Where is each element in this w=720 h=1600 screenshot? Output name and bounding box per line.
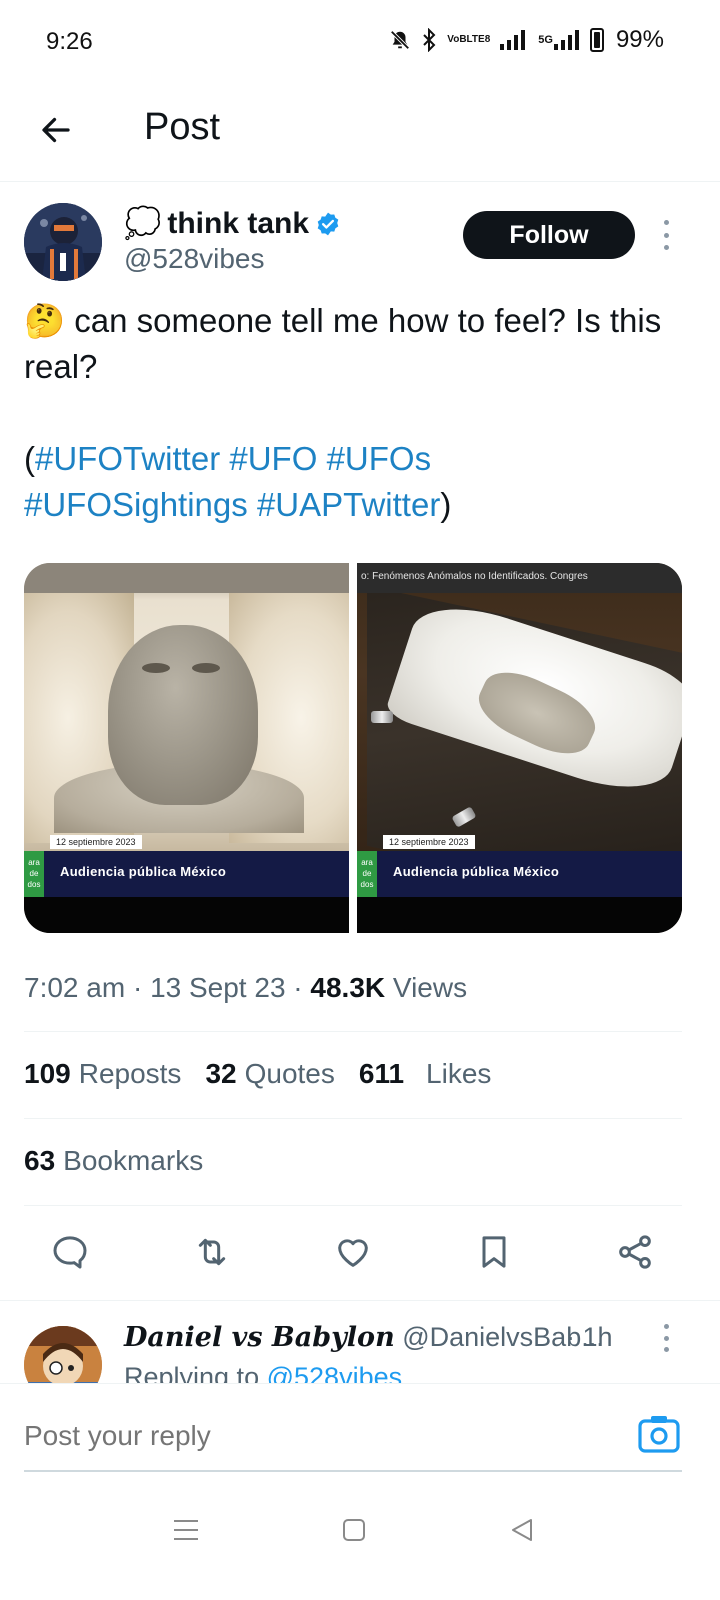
media-top-caption: o: Fenómenos Anómalos no Identificados. … xyxy=(357,563,682,593)
thread-separator xyxy=(0,1300,720,1301)
reply-display-name: Daniel vs Babylon xyxy=(124,1322,395,1353)
views-label: Views xyxy=(392,972,468,1003)
camera-button[interactable] xyxy=(638,1414,680,1454)
media-date-label: 12 septiembre 2023 xyxy=(50,835,142,849)
battery-icon xyxy=(589,28,604,52)
share-button[interactable] xyxy=(613,1230,657,1274)
signal-5g-icon: 5G xyxy=(538,30,580,50)
reply-composer xyxy=(0,1383,720,1473)
back-button[interactable] xyxy=(34,108,78,152)
hashtag-link[interactable]: #UFO xyxy=(229,440,317,477)
arrow-left-icon xyxy=(42,117,70,143)
post-body-text: can someone tell me how to feel? Is this… xyxy=(24,302,662,385)
author-avatar[interactable] xyxy=(24,203,102,281)
media-side-label: ara de dos xyxy=(24,851,44,897)
home-button[interactable] xyxy=(334,1510,374,1550)
post-media-grid: 12 septiembre 2023 ara de dos Audiencia … xyxy=(24,563,682,933)
menu-lines-icon xyxy=(174,1520,198,1540)
post-meta: 7:02 am · 13 Sept 23 · 48.3K Views xyxy=(24,972,468,1003)
divider xyxy=(24,1205,682,1206)
media-lower-text: Audiencia pública México xyxy=(393,864,560,879)
reply-time: · 1h xyxy=(566,1322,613,1352)
status-bar: 9:26 VoB LTE8 5G 99% xyxy=(0,0,720,84)
media-date-label: 12 septiembre 2023 xyxy=(383,835,475,849)
divider xyxy=(24,1031,682,1032)
post-more-options-icon[interactable] xyxy=(656,220,676,250)
hashtag-link[interactable]: #UFOSightings xyxy=(24,486,248,523)
reply-icon xyxy=(53,1236,87,1269)
verified-badge-icon xyxy=(317,212,339,235)
author-handle: @528vibes xyxy=(124,243,265,274)
post-hashtags: (#UFOTwitter #UFO #UFOs #UFOSightings #U… xyxy=(24,440,452,523)
author-name-text: think tank xyxy=(167,206,310,240)
engagement-stats: 109 Reposts 32 Quotes 611 Likes xyxy=(24,1058,491,1090)
home-square-icon xyxy=(343,1519,365,1541)
repost-button[interactable] xyxy=(190,1230,234,1274)
post-action-bar xyxy=(0,1222,720,1282)
share-icon xyxy=(619,1235,651,1269)
repost-icon xyxy=(198,1238,226,1266)
top-app-bar: Post xyxy=(0,84,720,182)
media-lower-text: Audiencia pública México xyxy=(60,864,227,879)
likes-stat[interactable]: 611 Likes xyxy=(359,1058,492,1090)
thinking-face-emoji: 🤔 xyxy=(24,302,66,339)
thought-balloon-emoji: 💭 xyxy=(124,207,162,240)
media-image-2[interactable]: o: Fenómenos Anómalos no Identificados. … xyxy=(357,563,682,933)
views-count: 48.3K xyxy=(310,972,386,1003)
composer-underline xyxy=(24,1470,682,1472)
reply-button[interactable] xyxy=(48,1230,92,1274)
author-block[interactable]: 💭 think tank @528vibes xyxy=(124,206,341,275)
triangle-back-icon xyxy=(512,1519,532,1541)
post-text: 🤔 can someone tell me how to feel? Is th… xyxy=(24,298,694,390)
hashtag-link[interactable]: #UFOs xyxy=(327,440,432,477)
signal-icon xyxy=(500,30,528,50)
bluetooth-icon xyxy=(421,28,437,52)
bookmarks-stat[interactable]: 63 Bookmarks xyxy=(24,1145,203,1177)
media-side-label: ara de dos xyxy=(357,851,377,897)
volte-icon: VoB LTE8 xyxy=(447,34,491,45)
hashtag-link[interactable]: #UFOTwitter xyxy=(35,440,220,477)
media-top-strip xyxy=(24,563,349,593)
follow-button[interactable]: Follow xyxy=(463,211,635,259)
status-time: 9:26 xyxy=(46,28,93,55)
post-time: 7:02 am xyxy=(24,972,126,1003)
battery-level: 99% xyxy=(615,26,664,53)
status-icons: VoB LTE8 5G 99% xyxy=(389,26,664,54)
like-button[interactable] xyxy=(331,1230,375,1274)
media-image-1[interactable]: 12 septiembre 2023 ara de dos Audiencia … xyxy=(24,563,349,933)
quotes-stat[interactable]: 32 Quotes xyxy=(205,1058,334,1090)
page-title: Post xyxy=(144,106,221,148)
camera-icon xyxy=(638,1416,680,1453)
recents-button[interactable] xyxy=(166,1510,206,1550)
mute-icon xyxy=(389,29,411,51)
reply-more-options-icon[interactable] xyxy=(656,1324,676,1352)
reposts-stat[interactable]: 109 Reposts xyxy=(24,1058,181,1090)
bookmark-icon xyxy=(482,1236,506,1268)
reply-author[interactable]: Daniel vs Babylon @DanielvsBab... xyxy=(124,1322,604,1353)
hashtag-link[interactable]: #UAPTwitter xyxy=(257,486,440,523)
author-display-name: 💭 think tank xyxy=(124,206,341,241)
back-nav-button[interactable] xyxy=(502,1510,542,1550)
bookmark-button[interactable] xyxy=(472,1230,516,1274)
reply-input[interactable] xyxy=(24,1420,584,1452)
post-date: 13 Sept 23 xyxy=(150,972,286,1003)
divider xyxy=(24,1118,682,1119)
system-nav-bar xyxy=(0,1480,720,1600)
like-icon xyxy=(338,1239,368,1267)
